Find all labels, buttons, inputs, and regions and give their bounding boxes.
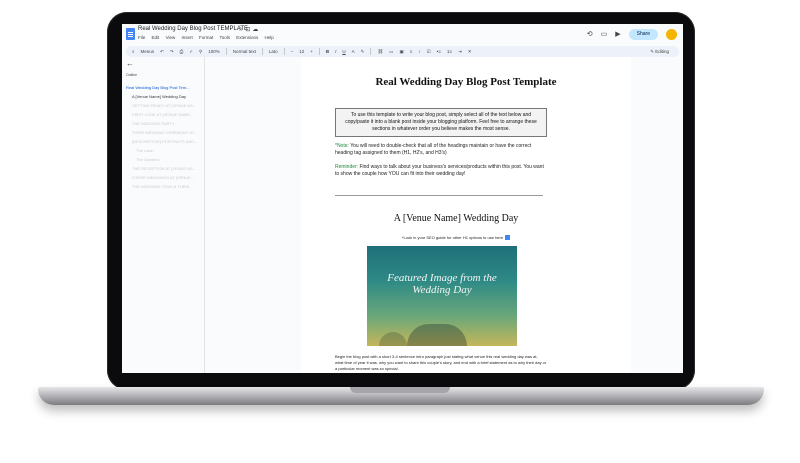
seo-note: *Look in your SEO guide for other H1 opt… xyxy=(301,235,611,241)
print-icon[interactable]: ⎙ xyxy=(180,49,184,54)
outline-item[interactable]: THE WEDDING PARTY xyxy=(126,119,202,128)
formatting-toolbar: ⌕ Menus ↶ ↷ ⎙ ✓ ⚲ 100% Normal text Lato … xyxy=(126,46,679,57)
clear-format-icon[interactable]: ✕ xyxy=(468,49,472,55)
document-page[interactable]: Real Wedding Day Blog Post Template To u… xyxy=(301,57,631,373)
instructions-box: To use this template to write your blog … xyxy=(335,108,547,137)
toolbar-divider xyxy=(225,48,227,55)
note-label: *Note: xyxy=(335,143,349,149)
toolbar-divider xyxy=(283,48,285,55)
title-bar: Real Wedding Day Blog Post TEMPLATE ☆⊡☁ … xyxy=(122,24,683,46)
outline-list: Real Wedding Day Blog Post Tem... A [Ven… xyxy=(126,83,202,191)
intro-paragraph: Begin the blog post with a short 3-4 sen… xyxy=(335,354,547,371)
laptop-notch xyxy=(350,387,450,393)
reminder-text: Find ways to talk about your business's … xyxy=(335,164,544,177)
docs-logo-icon[interactable] xyxy=(126,28,135,40)
indent-icon[interactable]: ⇥ xyxy=(458,49,462,55)
outline-item[interactable]: THE WEDDING TEAM & THEIR... xyxy=(126,182,202,191)
cloud-saved-icon[interactable]: ☁ xyxy=(252,27,260,33)
venue-heading: A [Venue Name] Wedding Day xyxy=(393,213,519,224)
page-title: Real Wedding Day Blog Post Template xyxy=(375,76,557,88)
app-window: Real Wedding Day Blog Post TEMPLATE ☆⊡☁ … xyxy=(122,24,683,373)
title-actions: ☆⊡☁ xyxy=(238,26,260,33)
undo-icon[interactable]: ↶ xyxy=(160,49,164,55)
menu-bar: File Edit View Insert Format Tools Exten… xyxy=(138,35,279,40)
numbered-list-icon[interactable]: 1≡ xyxy=(447,49,452,54)
checklist-icon[interactable]: ☑ xyxy=(427,49,431,55)
document-title[interactable]: Real Wedding Day Blog Post TEMPLATE xyxy=(138,26,248,32)
note-paragraph: *Note: You will need to double-check tha… xyxy=(335,143,549,157)
seo-note-text: *Look in your SEO guide for other H1 opt… xyxy=(401,235,504,240)
history-icon[interactable]: ⟲ xyxy=(587,30,593,38)
text-color-button[interactable]: A xyxy=(352,49,355,54)
redo-icon[interactable]: ↷ xyxy=(170,49,174,55)
outline-item[interactable]: GETTING READY AT [VENUE NA... xyxy=(126,101,202,110)
menu-tools[interactable]: Tools xyxy=(219,35,230,40)
outline-item[interactable]: The Gardens xyxy=(126,155,202,164)
paint-format-icon[interactable]: ⚲ xyxy=(199,49,202,55)
toolbar-divider xyxy=(370,48,372,55)
meet-icon[interactable]: ▶ xyxy=(615,30,620,38)
underline-button[interactable]: U xyxy=(342,49,345,54)
comments-icon[interactable]: ▭ xyxy=(601,30,608,38)
menu-edit[interactable]: Edit xyxy=(152,35,160,40)
italic-button[interactable]: I xyxy=(335,49,336,54)
decrease-size-icon[interactable]: − xyxy=(291,49,294,54)
featured-image-caption: Featured Image from the Wedding Day xyxy=(387,272,497,296)
menu-format[interactable]: Format xyxy=(199,35,213,40)
menu-help[interactable]: Help xyxy=(265,35,274,40)
header-right-tools: ⟲ ▭ ▶ Share xyxy=(587,27,677,41)
menu-file[interactable]: File xyxy=(138,35,145,40)
outline-item[interactable]: [DESCRIPTIVE] PORTRAITS AND... xyxy=(126,137,202,146)
horizontal-rule xyxy=(335,195,543,196)
font-select[interactable]: Lato xyxy=(269,49,278,54)
menu-extensions[interactable]: Extensions xyxy=(236,35,258,40)
line-spacing-icon[interactable]: ↕ xyxy=(418,49,420,54)
document-canvas: Real Wedding Day Blog Post Template To u… xyxy=(205,57,683,373)
outline-item[interactable]: THE RECEPTION AT [VENUE NA... xyxy=(126,164,202,173)
image-icon[interactable]: ▣ xyxy=(399,49,403,55)
reminder-paragraph: Reminder: Find ways to talk about your b… xyxy=(335,164,549,178)
toolbar-divider xyxy=(318,48,320,55)
outline-item[interactable]: THEIR WEDDING CEREMONY AT... xyxy=(126,128,202,137)
editing-mode-label: Editing xyxy=(655,48,669,54)
outline-item[interactable]: The Lawn xyxy=(126,146,202,155)
outline-item[interactable]: OTHER WEDDINGS AT [VENUE... xyxy=(126,173,202,182)
align-icon[interactable]: ≡ xyxy=(410,49,413,54)
back-arrow-icon[interactable]: ← xyxy=(126,59,134,68)
editing-mode-select[interactable]: ✎ Editing xyxy=(650,49,669,55)
note-text: You will need to double-check that all o… xyxy=(335,143,532,156)
image-silhouette xyxy=(379,332,407,346)
avatar[interactable] xyxy=(666,28,677,40)
outline-label: Outline xyxy=(126,73,138,77)
search-icon[interactable]: ⌕ xyxy=(132,49,135,54)
highlight-icon[interactable]: ✎ xyxy=(361,49,365,55)
reminder-label: Reminder: xyxy=(335,164,359,170)
outline-item[interactable]: Real Wedding Day Blog Post Tem... xyxy=(126,83,202,92)
zoom-select[interactable]: 100% xyxy=(208,49,220,54)
bold-button[interactable]: B xyxy=(326,49,329,54)
menu-insert[interactable]: Insert xyxy=(182,35,193,40)
featured-image[interactable]: Featured Image from the Wedding Day xyxy=(367,246,517,346)
share-button[interactable]: Share xyxy=(628,28,658,40)
image-silhouette xyxy=(407,324,467,346)
document-outline-panel: ← Outline Real Wedding Day Blog Post Tem… xyxy=(122,57,205,373)
menus-search[interactable]: Menus xyxy=(141,49,155,54)
outline-item[interactable]: A [Venue Name] Wedding Day xyxy=(126,92,202,101)
bullet-list-icon[interactable]: •≡ xyxy=(437,49,441,54)
comment-add-icon[interactable]: ▭ xyxy=(389,49,393,55)
font-size-input[interactable]: 12 xyxy=(299,49,304,54)
link-icon[interactable]: ⛓ xyxy=(377,49,383,55)
style-select[interactable]: Normal text xyxy=(233,49,256,54)
outline-item[interactable]: FIRST LOOK AT [VENUE NAME... xyxy=(126,110,202,119)
toolbar-divider xyxy=(261,48,263,55)
spellcheck-icon[interactable]: ✓ xyxy=(189,49,193,55)
link-icon[interactable] xyxy=(505,235,511,241)
increase-size-icon[interactable]: + xyxy=(310,49,313,54)
menu-view[interactable]: View xyxy=(166,35,176,40)
